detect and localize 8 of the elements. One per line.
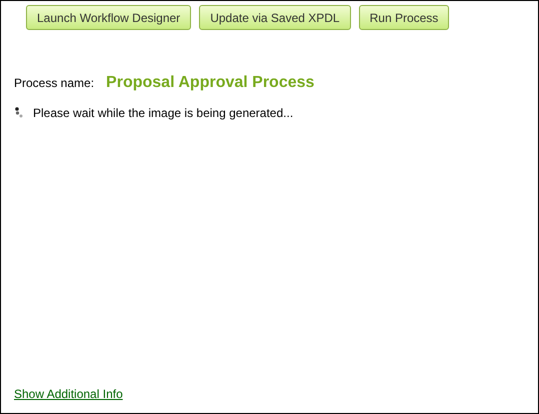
loading-icon	[14, 107, 25, 119]
toolbar-button[interactable]: Launch Workflow Designer	[26, 5, 192, 30]
toolbar-button[interactable]: Update via Saved XPDL	[199, 5, 351, 30]
additional-info-link[interactable]: Show Additional Info	[14, 387, 123, 401]
process-name: Proposal Approval Process	[106, 74, 314, 92]
toolbar-button[interactable]: Run Process	[358, 5, 450, 30]
status-message: Please wait while the image is being generated...	[33, 106, 294, 120]
field-label: Process name:	[14, 76, 94, 90]
